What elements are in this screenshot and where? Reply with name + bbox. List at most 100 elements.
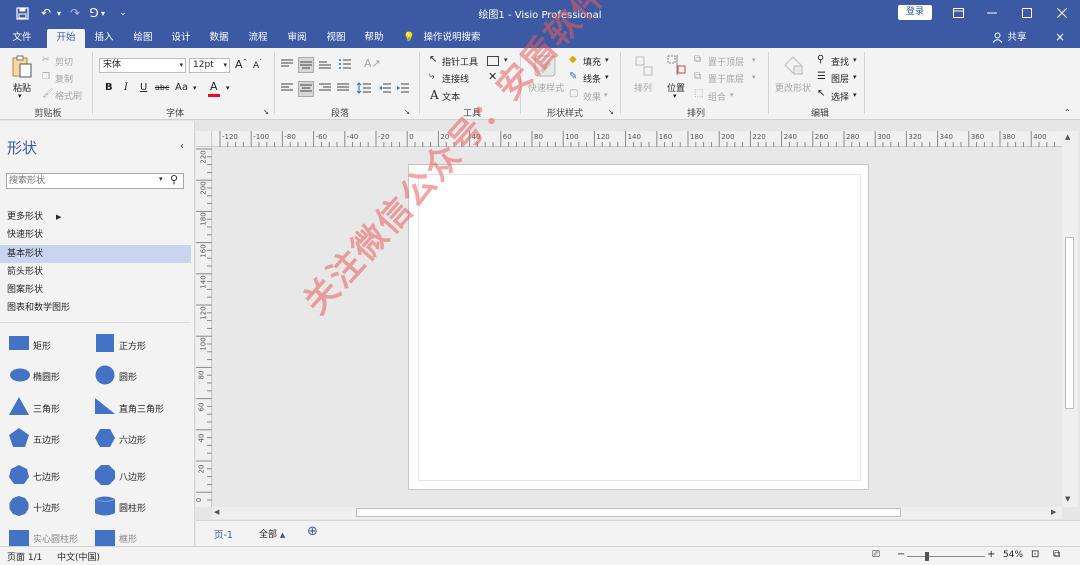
font-color-dropdown-icon[interactable]: ▾ (226, 84, 230, 92)
shape-label-frame[interactable]: 框形 (119, 532, 137, 545)
drawing-page[interactable] (408, 164, 869, 490)
increase-indent-icon[interactable] (396, 81, 410, 95)
line-dropdown-icon[interactable]: ▾ (605, 73, 609, 81)
tab-design[interactable]: 设计 (165, 29, 197, 48)
layer-dropdown-icon[interactable]: ▾ (853, 73, 857, 81)
effect-dropdown-icon[interactable]: ▾ (604, 91, 608, 99)
zoom-out-icon[interactable]: − (897, 549, 905, 560)
fill-dropdown-icon[interactable]: ▾ (605, 56, 609, 64)
effect-button[interactable]: 效果 (583, 90, 601, 103)
category-arrow-shapes[interactable]: 箭头形状 (0, 263, 191, 281)
find-dropdown-icon[interactable]: ▾ (853, 56, 857, 64)
heptagon-shape-icon[interactable] (9, 465, 29, 485)
copy-button[interactable]: 复制 (55, 72, 73, 85)
minimize-icon[interactable] (982, 4, 1002, 22)
tab-draw[interactable]: 绘图 (127, 29, 159, 48)
collapse-ribbon-icon[interactable]: × (1052, 29, 1068, 48)
arrange-icon[interactable] (634, 55, 654, 77)
search-dropdown-icon[interactable]: ▾ (159, 175, 163, 183)
decagon-shape-icon[interactable] (9, 496, 29, 516)
shape-label-hexagon[interactable]: 六边形 (119, 433, 146, 446)
position-dropdown-icon[interactable]: ▾ (673, 92, 677, 100)
login-button[interactable]: 登录 (898, 5, 932, 20)
group-dropdown-icon[interactable]: ▾ (730, 91, 734, 99)
vertical-scroll-thumb[interactable] (1065, 237, 1074, 409)
pointer-tool-button[interactable]: 指针工具 (442, 55, 478, 68)
ellipse-shape-icon[interactable] (9, 368, 31, 382)
connection-point-icon[interactable]: ✕ (488, 70, 497, 83)
cylinder-shape-icon[interactable] (95, 495, 115, 517)
category-quick-shapes[interactable]: 快速形状 (0, 226, 191, 244)
category-pattern-shapes[interactable]: 图案形状 (0, 281, 191, 299)
group-button[interactable]: 组合 (708, 90, 726, 103)
quick-styles-icon[interactable] (534, 55, 556, 77)
drawing-canvas[interactable] (212, 147, 1062, 507)
zoom-in-icon[interactable]: + (987, 549, 995, 560)
font-family-select[interactable]: 宋体 ▾ (99, 58, 186, 73)
maximize-icon[interactable] (1017, 4, 1037, 22)
bold-button[interactable]: B (105, 82, 113, 93)
format-painter-button[interactable]: 格式刷 (55, 89, 82, 102)
shape-label-octagon[interactable]: 八边形 (119, 470, 146, 483)
tab-data[interactable]: 数据 (203, 29, 235, 48)
arrange-label[interactable]: 排列 (634, 81, 652, 94)
page-tab-1[interactable]: 页-1 (214, 527, 233, 541)
tab-insert[interactable]: 插入 (88, 29, 120, 48)
collapse-panel-icon[interactable]: ‹ (180, 141, 184, 152)
bullets-icon[interactable] (338, 57, 352, 71)
tab-view[interactable]: 视图 (320, 29, 352, 48)
shape-label-right-triangle[interactable]: 直角三角形 (119, 402, 164, 415)
tab-home[interactable]: 开始 (47, 29, 85, 48)
send-back-button[interactable]: 置于底层 (708, 72, 744, 85)
paragraph-dialog-launcher-icon[interactable]: ↘ (404, 108, 410, 116)
line-button[interactable]: 线条 (583, 72, 601, 85)
rectangle-shape-icon[interactable] (9, 335, 29, 351)
language-status[interactable]: 中文(中国) (57, 550, 100, 563)
shape-label-ellipse[interactable]: 椭圆形 (33, 370, 60, 383)
quick-styles-label[interactable]: 快速样式 (528, 81, 564, 94)
octagon-shape-icon[interactable] (95, 465, 115, 485)
vertical-scrollbar[interactable]: ▲ ▼ (1062, 131, 1078, 507)
bring-front-button[interactable]: 置于顶层 (708, 55, 744, 68)
share-button[interactable]: 共享 (1004, 29, 1030, 48)
connector-button[interactable]: 连接线 (442, 72, 469, 85)
shape-label-square[interactable]: 正方形 (119, 339, 146, 352)
zoom-slider-track[interactable] (907, 556, 985, 557)
scroll-right-icon[interactable]: ▶ (1051, 508, 1056, 516)
pentagon-shape-icon[interactable] (9, 428, 29, 447)
hexagon-shape-icon[interactable] (95, 429, 115, 447)
underline-button[interactable]: U (140, 82, 147, 93)
fill-button[interactable]: 填充 (583, 55, 601, 68)
change-case-button[interactable]: Aa (175, 82, 188, 93)
rectangle-tool-dropdown-icon[interactable]: ▾ (504, 56, 508, 64)
scroll-left-icon[interactable]: ◀ (214, 508, 219, 516)
shape-label-pentagon[interactable]: 五边形 (33, 433, 60, 446)
line-spacing-icon[interactable] (356, 81, 372, 95)
tab-help[interactable]: 帮助 (358, 29, 390, 48)
tab-file[interactable]: 文件 (6, 29, 38, 48)
shape-label-decagon[interactable]: 十边形 (33, 501, 60, 514)
shape-label-circle[interactable]: 圆形 (119, 370, 137, 383)
horizontal-scroll-thumb[interactable] (356, 508, 901, 517)
justify-icon[interactable] (336, 81, 350, 95)
shrink-font-button[interactable]: Aˇ (253, 59, 262, 71)
collapse-ribbon-arrow-icon[interactable]: ⌃ (1064, 108, 1071, 117)
shape-label-cylinder[interactable]: 圆柱形 (119, 501, 146, 514)
select-dropdown-icon[interactable]: ▾ (853, 91, 857, 99)
change-case-dropdown-icon[interactable]: ▾ (193, 84, 197, 92)
triangle-shape-icon[interactable] (9, 397, 29, 415)
select-button[interactable]: 选择 (831, 90, 849, 103)
solid-cylinder-shape-icon[interactable] (9, 530, 29, 546)
horizontal-scrollbar[interactable]: ◀ ▶ (212, 507, 1062, 519)
change-shape-icon[interactable] (782, 54, 804, 76)
paste-label[interactable]: 粘贴 (13, 81, 31, 94)
zoom-level[interactable]: 54% (1003, 550, 1023, 560)
paste-dropdown-icon[interactable]: ▾ (18, 92, 22, 100)
align-center-icon[interactable] (298, 81, 314, 97)
switch-windows-icon[interactable]: ⧉ (1053, 549, 1060, 560)
ribbon-display-icon[interactable] (948, 4, 968, 22)
text-tool-button[interactable]: 文本 (442, 90, 460, 103)
add-page-icon[interactable]: ⊕ (307, 524, 318, 539)
shape-label-solid-cylinder[interactable]: 实心圆柱形 (33, 532, 78, 545)
send-back-dropdown-icon[interactable]: ▾ (752, 73, 756, 81)
